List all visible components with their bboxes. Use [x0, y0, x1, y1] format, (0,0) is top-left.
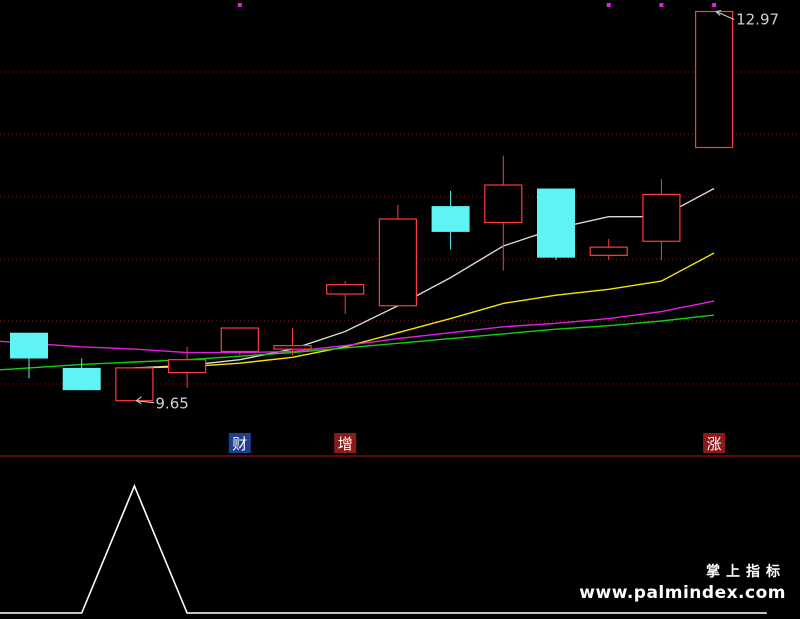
candle-6	[326, 281, 365, 314]
watermark-cn: 掌上指标	[706, 564, 786, 580]
annotation-low-label: 9.65	[155, 395, 188, 413]
candle-body	[220, 327, 259, 353]
annotation-high-label: 12.97	[736, 11, 779, 29]
candle-body	[378, 218, 417, 307]
top-dot-0	[237, 3, 242, 7]
candle-body	[537, 188, 575, 258]
candle-body	[694, 10, 734, 149]
candle-body	[642, 193, 681, 242]
candle-body	[431, 206, 470, 232]
candle-7	[378, 204, 417, 307]
watermark-url: www.palmindex.com	[579, 583, 786, 603]
top-dot-3	[712, 3, 717, 7]
top-dot-2	[659, 3, 664, 7]
marker-2: 涨	[703, 433, 726, 453]
candle-body	[484, 184, 523, 224]
candle-body	[115, 367, 154, 402]
marker-label: 财	[232, 435, 247, 453]
signal-markers: 财增涨	[228, 433, 726, 453]
moving-averages	[0, 187, 715, 371]
ma-line-magenta	[0, 300, 715, 354]
candle-11	[589, 238, 628, 261]
candle-10	[537, 188, 575, 261]
candle-0	[10, 332, 48, 379]
watermark: 掌上指标 www.palmindex.com	[579, 561, 786, 603]
marker-0: 财	[228, 433, 251, 453]
stock-chart: 12.97 9.65 财 增 涨	[0, 3, 800, 614]
marker-label: 增	[338, 435, 353, 453]
marker-1: 增	[334, 433, 357, 453]
candle-4	[220, 327, 259, 355]
candle-body	[589, 246, 628, 256]
candle-8	[431, 190, 470, 250]
candle-13	[694, 10, 734, 149]
candle-2	[115, 367, 154, 402]
marker-label: 涨	[707, 435, 722, 453]
candle-body	[168, 359, 207, 374]
candle-body	[326, 284, 365, 295]
candle-12	[642, 179, 681, 261]
candle-body	[10, 332, 48, 359]
candle-body	[273, 345, 312, 350]
top-markers	[237, 3, 717, 7]
ma-line-green	[0, 314, 715, 371]
top-dot-1	[606, 3, 611, 7]
candle-body	[62, 367, 101, 391]
